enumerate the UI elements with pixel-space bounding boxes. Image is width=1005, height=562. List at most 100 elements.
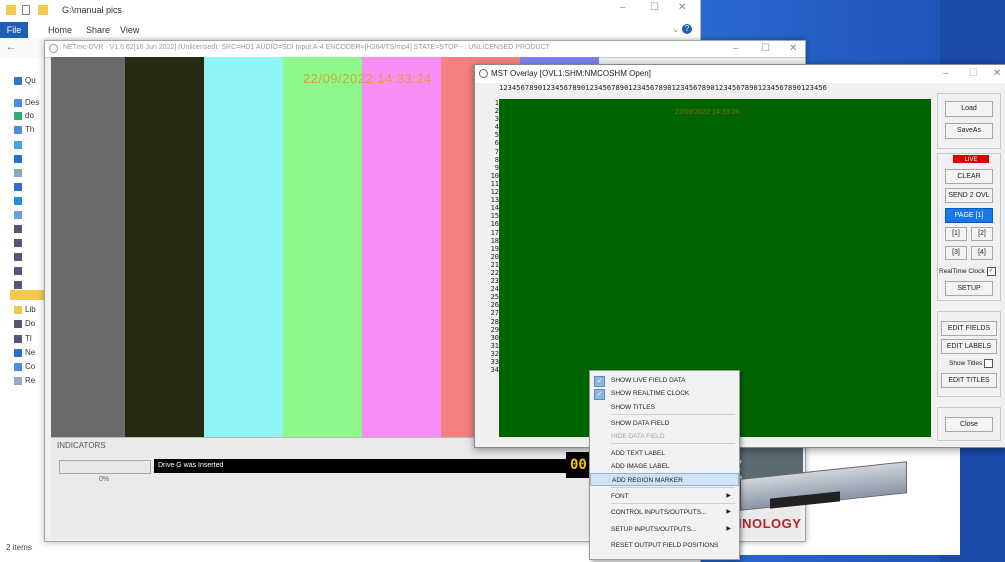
- page-4-button[interactable]: [4]: [971, 246, 993, 260]
- line-number: 26: [490, 301, 499, 310]
- indicators-label: INDICATORS: [57, 441, 106, 450]
- sidebar-item-desktop2[interactable]: [14, 154, 44, 164]
- submenu-arrow-icon: ▶: [726, 526, 731, 532]
- ribbon-tab-home[interactable]: Home: [48, 25, 72, 35]
- help-icon[interactable]: ?: [682, 24, 692, 34]
- netmc-titlebar[interactable]: NETmc-DVR - V1.6.62[16 Jun 2022] (Unlice…: [45, 41, 805, 58]
- sidebar-item-3d[interactable]: [14, 140, 44, 150]
- sidebar-item-downloads2[interactable]: [14, 182, 44, 192]
- sidebar-item-selected-folder[interactable]: [10, 290, 48, 300]
- page-3-button[interactable]: [3]: [945, 246, 967, 260]
- technology-logo-text: INOLOGY: [738, 516, 802, 531]
- overlay-title: MST Overlay [OVL1:SHM:NMCOSHM Open]: [491, 69, 651, 78]
- menu-item-add-image-label[interactable]: ADD IMAGE LABEL: [590, 460, 739, 473]
- sidebar-item-libraries[interactable]: Lib: [14, 305, 44, 315]
- show-titles-option[interactable]: Show Titles: [949, 359, 994, 368]
- sidebar-item-network[interactable]: Ne: [14, 348, 44, 358]
- edit-titles-button[interactable]: EDIT TITLES: [941, 373, 997, 388]
- page-1-button[interactable]: [1]: [945, 227, 967, 241]
- line-number: 18: [490, 236, 499, 245]
- minimize-icon[interactable]: –: [733, 43, 739, 54]
- ribbon-tab-share[interactable]: Share: [86, 25, 110, 35]
- realtime-clock-checkbox[interactable]: ✓: [986, 267, 996, 276]
- sidebar-item-drive[interactable]: [14, 238, 44, 248]
- menu-item-add-text-label[interactable]: ADD TEXT LABEL: [590, 447, 739, 460]
- maximize-icon[interactable]: ☐: [761, 43, 770, 54]
- close-icon[interactable]: ✕: [789, 43, 797, 54]
- sidebar-item-downloads[interactable]: do: [14, 111, 44, 121]
- line-number: 27: [490, 309, 499, 318]
- menu-item-label: ADD REGION MARKER: [612, 477, 683, 484]
- minimize-icon[interactable]: –: [943, 68, 949, 79]
- menu-item-show-titles[interactable]: SHOW TITLES: [590, 401, 739, 414]
- sidebar-item-control-panel[interactable]: Co: [14, 362, 44, 372]
- menu-item-label: SHOW TITLES: [611, 404, 655, 411]
- sidebar-item-music[interactable]: [14, 196, 44, 206]
- line-number: 22: [490, 268, 499, 277]
- sidebar-item-recycle-bin[interactable]: Re: [14, 376, 44, 386]
- sidebar-item-pictures[interactable]: [14, 210, 44, 220]
- line-number: 16: [490, 220, 499, 229]
- saveas-button[interactable]: SaveAs: [945, 123, 993, 139]
- menu-item-add-region-marker[interactable]: ADD REGION MARKER: [590, 473, 739, 486]
- new-folder-icon[interactable]: [38, 5, 48, 15]
- close-button[interactable]: Close: [945, 417, 993, 432]
- send-to-overlay-button[interactable]: SEND 2 OVL: [945, 188, 993, 203]
- menu-item-control-inputs-outputs[interactable]: CONTROL INPUTS/OUTPUTS... ▶: [590, 506, 739, 519]
- menu-item-show-data-field[interactable]: SHOW DATA FIELD: [590, 417, 739, 430]
- sidebar-item-do[interactable]: Do: [14, 319, 44, 329]
- submenu-arrow-icon: ▶: [726, 509, 731, 515]
- menu-item-label: SHOW DATA FIELD: [611, 420, 670, 427]
- ribbon-tab-file[interactable]: File: [0, 22, 28, 38]
- chevron-down-icon[interactable]: ⌄: [672, 24, 680, 35]
- ribbon-tab-view[interactable]: View: [120, 25, 139, 35]
- line-numbers: 1 2 3 4 5 6 7 8 9 10 11 12 13 14 15 16 17 18 19 20 21 22 23 24 2…: [481, 99, 499, 374]
- netmc-title: NETmc-DVR - V1.6.62[16 Jun 2022] (Unlice…: [63, 44, 550, 51]
- line-number: 4: [494, 123, 499, 132]
- line-number: 5: [494, 131, 499, 140]
- menu-item-show-live-field-data[interactable]: ✓ SHOW LIVE FIELD DATA: [590, 374, 739, 387]
- sidebar-item-this-pc[interactable]: Th: [14, 125, 44, 135]
- back-arrow-icon[interactable]: ←: [6, 42, 16, 53]
- menu-item-label: SHOW LIVE FIELD DATA: [611, 377, 686, 384]
- page-2-button[interactable]: [2]: [971, 227, 993, 241]
- color-bar: [283, 57, 362, 477]
- line-number: 28: [490, 317, 499, 326]
- drive-progress-bar: [59, 460, 151, 474]
- maximize-icon[interactable]: ☐: [969, 68, 978, 79]
- sidebar-item-quick-access[interactable]: Qu: [14, 76, 44, 86]
- line-number: 20: [490, 252, 499, 261]
- load-button[interactable]: Load: [945, 101, 993, 117]
- page-button[interactable]: PAGE [1]: [945, 208, 993, 223]
- close-icon[interactable]: ✕: [678, 2, 686, 13]
- sidebar-item-documents[interactable]: [14, 168, 44, 178]
- menu-item-show-realtime-clock[interactable]: ✓ SHOW REALTIME CLOCK: [590, 387, 739, 400]
- line-number: 3: [494, 115, 499, 124]
- menu-item-reset-output-field-positions[interactable]: RESET OUTPUT FIELD POSITIONS: [590, 539, 739, 552]
- show-titles-checkbox[interactable]: [984, 359, 994, 368]
- menu-item-setup-inputs-outputs[interactable]: SETUP INPUTS/OUTPUTS... ▶: [590, 523, 739, 536]
- sidebar-item-tl[interactable]: Tl: [14, 334, 44, 344]
- line-number: 32: [490, 349, 499, 358]
- sidebar-item-drive3[interactable]: [14, 266, 44, 276]
- line-number: 17: [490, 228, 499, 237]
- overlay-realtime-clock[interactable]: 22/09/2022 14:33:24: [675, 109, 739, 116]
- line-number: 1: [494, 99, 499, 107]
- sidebar-item-videos[interactable]: [14, 224, 44, 234]
- overlay-titlebar[interactable]: MST Overlay [OVL1:SHM:NMCOSHM Open] – ☐ …: [475, 65, 1005, 83]
- edit-labels-button[interactable]: EDIT LABELS: [941, 339, 997, 354]
- clear-button[interactable]: CLEAR: [945, 169, 993, 184]
- edit-fields-button[interactable]: EDIT FIELDS: [941, 321, 997, 336]
- explorer-titlebar[interactable]: G:\manual pics – ☐ ✕: [0, 0, 700, 23]
- maximize-icon[interactable]: ☐: [650, 2, 659, 13]
- menu-item-font[interactable]: FONT ▶: [590, 490, 739, 503]
- close-icon[interactable]: ✕: [993, 68, 1001, 79]
- explorer-ribbon: File Home Share View ⌄ ?: [0, 22, 700, 38]
- properties-icon[interactable]: [22, 5, 30, 15]
- sidebar-item-desktop[interactable]: Des: [14, 98, 44, 108]
- setup-button[interactable]: SETUP: [945, 281, 993, 296]
- sidebar-item-drive2[interactable]: [14, 252, 44, 262]
- sidebar-item-drive4[interactable]: [14, 280, 44, 290]
- minimize-icon[interactable]: –: [620, 2, 626, 13]
- realtime-clock-option[interactable]: RealTime Clock ✓: [939, 267, 996, 276]
